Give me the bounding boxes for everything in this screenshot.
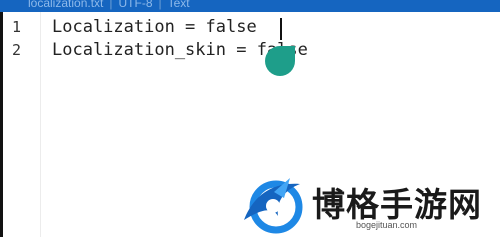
watermark-title: 博格手游网 [312, 185, 482, 224]
watermark-url: bogejituan.com [356, 220, 418, 230]
code-line-1[interactable]: Localization = false [52, 17, 257, 37]
file-info: localization.txt | UTF-8 | Text [28, 0, 190, 10]
line-number-1: 1 [12, 18, 22, 36]
unicorn-logo-icon [244, 178, 303, 234]
line-number-gutter: 1 2 [0, 12, 41, 237]
file-type: Text [167, 0, 190, 10]
gutter-edge [0, 12, 3, 237]
watermark: 博格手游网 bogejituan.com [240, 176, 495, 234]
file-info-bar: localization.txt | UTF-8 | Text [0, 0, 500, 12]
line-number-2: 2 [12, 41, 22, 59]
teardrop-handle-icon[interactable] [265, 46, 295, 76]
file-name: localization.txt [28, 0, 104, 10]
text-cursor [280, 18, 282, 40]
file-encoding: UTF-8 [118, 0, 153, 10]
